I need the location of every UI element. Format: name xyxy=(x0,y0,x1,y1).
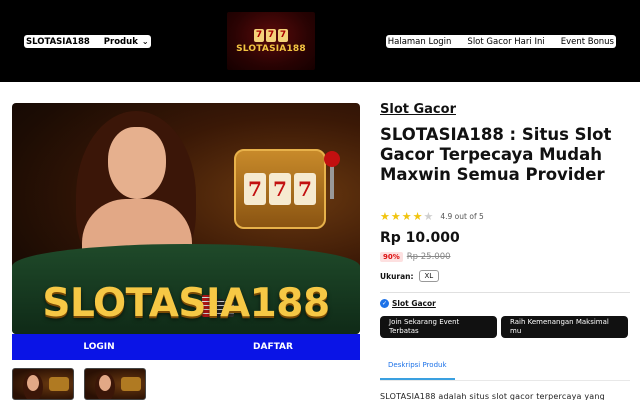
tab-deskripsi-produk[interactable]: Deskripsi Produk xyxy=(380,361,455,380)
star-icon: ★ xyxy=(380,210,390,223)
hero-woman-face xyxy=(108,127,166,199)
nav-link-slot-gacor-hari-ini[interactable]: Slot Gacor Hari Ini xyxy=(467,37,544,47)
login-button[interactable]: LOGIN xyxy=(12,334,186,360)
thumb-face xyxy=(27,375,39,391)
logo-digit: 7 xyxy=(266,28,276,42)
star-icon: ★ xyxy=(390,210,401,223)
thumb-face xyxy=(99,375,111,391)
thumb-slot-machine-icon xyxy=(49,377,69,391)
product-rating: ★ ★ ★ ★ ★ 4.9 out of 5 xyxy=(380,211,630,222)
produk-dropdown[interactable]: Produk ⌄ xyxy=(104,37,149,47)
daftar-button[interactable]: DAFTAR xyxy=(186,334,360,360)
verified-check-icon: ✓ xyxy=(380,299,389,308)
produk-label: Produk xyxy=(103,36,138,47)
size-option-xl[interactable]: XL xyxy=(418,270,440,282)
discount-row: 90% Rp 25.000 xyxy=(380,252,630,262)
slot-lever-knob-icon xyxy=(324,151,340,167)
size-label: Ukuran: xyxy=(380,271,414,281)
cta-bar: LOGIN DAFTAR xyxy=(12,334,360,360)
discount-badge: 90% xyxy=(380,252,403,262)
logo-digit: 7 xyxy=(278,28,288,42)
tab-underline-track xyxy=(380,380,630,381)
thumb-slot-machine-icon xyxy=(121,377,141,391)
vendor-link[interactable]: Slot Gacor xyxy=(392,299,436,308)
star-empty-icon: ★ xyxy=(423,210,434,223)
nav-link-event-bonus[interactable]: Event Bonus xyxy=(561,37,614,47)
nav-left: SLOTASIA188 Produk ⌄ xyxy=(24,35,151,48)
join-event-label: Join Sekarang Event Terbatas xyxy=(389,318,460,335)
divider xyxy=(380,292,630,293)
rating-text: 4.9 out of 5 xyxy=(440,212,484,221)
category-link[interactable]: Slot Gacor xyxy=(380,102,630,117)
raih-kemenangan-button[interactable]: Raih Kemenangan Maksimal mu xyxy=(501,316,628,338)
slot-reels: 7 7 7 xyxy=(244,173,316,205)
join-event-button[interactable]: Join Sekarang Event Terbatas xyxy=(380,316,497,338)
logo-slot-icon: 7 7 7 xyxy=(254,28,288,42)
site-logo[interactable]: 7 7 7 SLOTASIA188 xyxy=(227,12,315,70)
old-price: Rp 25.000 xyxy=(406,252,451,262)
chevron-down-icon: ⌄ xyxy=(141,37,149,46)
product-thumbnail[interactable] xyxy=(12,368,74,400)
top-header: SLOTASIA188 Produk ⌄ 7 7 7 SLOTASIA188 H… xyxy=(0,0,640,82)
product-thumbnail[interactable] xyxy=(84,368,146,400)
product-main-image[interactable]: 7 7 7 SLOTASIA188 xyxy=(12,103,360,334)
product-title: SLOTASIA188 : Situs Slot Gacor Terpecaya… xyxy=(380,125,612,184)
star-icon: ★ xyxy=(401,210,412,223)
star-icon: ★ xyxy=(412,210,423,223)
product-price: Rp 10.000 xyxy=(380,230,460,246)
vendor-badge: ✓ Slot Gacor xyxy=(380,299,630,308)
reel-symbol: 7 xyxy=(294,173,316,205)
raih-kemenangan-label: Raih Kemenangan Maksimal mu xyxy=(510,318,609,335)
logo-text: SLOTASIA188 xyxy=(236,43,306,54)
reel-symbol: 7 xyxy=(269,173,291,205)
brand-link[interactable]: SLOTASIA188 xyxy=(26,37,90,47)
hero-title: SLOTASIA188 xyxy=(42,281,330,326)
slot-machine-icon: 7 7 7 xyxy=(234,149,326,229)
logo-digit: 7 xyxy=(254,28,264,42)
product-description: SLOTASIA188 adalah situs slot gacor terp… xyxy=(380,392,605,400)
reel-symbol: 7 xyxy=(244,173,266,205)
size-selector: Ukuran: XL xyxy=(380,270,630,282)
nav-link-halaman-login[interactable]: Halaman Login xyxy=(388,37,452,47)
rating-stars: ★ ★ ★ ★ ★ xyxy=(380,211,433,222)
nav-right: Halaman Login Slot Gacor Hari Ini Event … xyxy=(385,35,616,48)
